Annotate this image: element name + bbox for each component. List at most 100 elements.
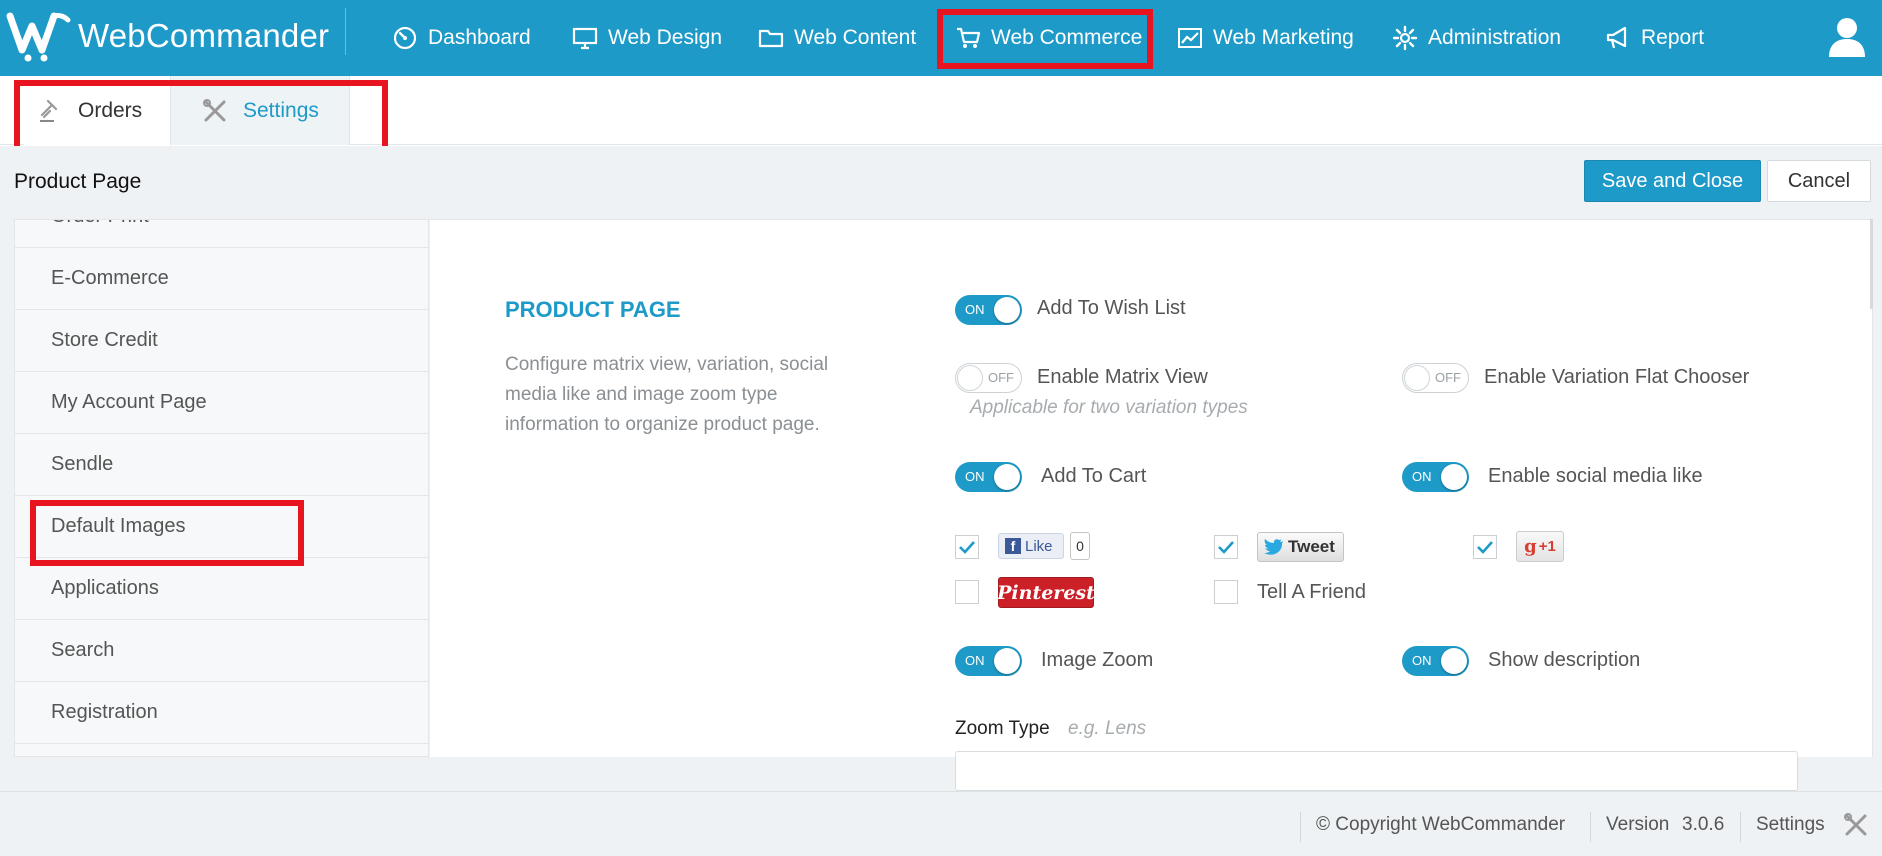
enable-matrix-view-toggle[interactable]: OFF [955,363,1022,393]
pinterest-checkbox[interactable] [955,580,979,604]
add-to-wish-list-label: Add To Wish List [1037,297,1186,319]
user-menu[interactable] [1827,16,1867,63]
image-zoom-toggle[interactable]: ON [955,646,1022,676]
nav-administration[interactable]: Administration [1392,0,1561,76]
tabs-highlight-box [14,80,388,156]
brand-name: WebCommander [78,17,330,54]
toggle-state-label: ON [965,653,985,668]
toggle-knob [957,365,983,391]
enable-matrix-view-label: Enable Matrix View [1037,366,1208,388]
nav-web-design[interactable]: Web Design [572,0,722,76]
zoom-type-hint: e.g. Lens [1068,718,1147,739]
nav-report-label: Report [1641,26,1705,49]
add-to-cart-label: Add To Cart [1041,465,1147,487]
megaphone-icon [1606,26,1627,49]
zoom-type-input[interactable] [955,751,1798,791]
nav-web-marketing-label: Web Marketing [1213,26,1354,49]
panel-scrollbar[interactable] [1870,219,1873,309]
matrix-view-hint: Applicable for two variation types [970,397,1248,418]
nav-web-content[interactable]: Web Content [758,0,916,76]
twitter-tweet-button[interactable]: Tweet [1257,532,1344,562]
sidebar-item-order-print[interactable]: Order Print [15,220,428,248]
tell-a-friend-checkbox[interactable] [1214,580,1238,604]
brand-logo[interactable]: WebCommander [6,8,329,64]
enable-variation-flat-chooser-toggle[interactable]: OFF [1402,363,1469,393]
sidebar-item-e-commerce[interactable]: E-Commerce [15,248,428,310]
pinterest-button[interactable]: Pinterest [997,577,1095,608]
twitter-bird-icon [1264,539,1283,555]
nav-dashboard-label: Dashboard [428,26,531,49]
sidebar-item-label: My Account Page [51,391,207,413]
toggle-state-label: ON [965,469,985,484]
sidebar-item-registration[interactable]: Registration [15,682,428,744]
nav-web-design-label: Web Design [608,26,723,49]
gear-icon [1392,25,1418,51]
toggle-state-label: OFF [1435,370,1461,385]
footer-divider [1590,812,1591,842]
facebook-like-button[interactable]: f Like 0 [998,531,1090,561]
sidebar-item-search[interactable]: Search [15,620,428,682]
monitor-icon [572,27,598,50]
footer-copyright: © Copyright WebCommander [1316,813,1566,835]
page-title: Product Page [14,170,142,193]
show-description-label: Show description [1488,649,1641,671]
add-to-wish-list-toggle[interactable]: ON [955,295,1022,325]
sidebar-item-label: Order Print [51,220,149,228]
google-plus-label: +1 [1538,538,1556,555]
webcommander-logo-icon [6,12,71,62]
footer-version-number: 3.0.6 [1682,813,1725,835]
footer-divider [1300,812,1301,842]
facebook-like-box: f Like [998,533,1064,559]
toggle-state-label: ON [965,302,985,317]
toggle-state-label: OFF [988,370,1014,385]
facebook-like-checkbox[interactable] [955,535,979,559]
enable-variation-flat-chooser-label: Enable Variation Flat Chooser [1484,366,1750,388]
nav-web-content-label: Web Content [794,26,917,49]
facebook-like-label: Like [1025,537,1053,555]
nav-dashboard[interactable]: Dashboard [392,0,531,76]
google-plus-checkbox[interactable] [1473,535,1497,559]
toggle-knob [994,648,1020,674]
toggle-knob [1441,648,1467,674]
enable-social-media-like-toggle[interactable]: ON [1402,462,1469,492]
nav-web-marketing[interactable]: Web Marketing [1177,0,1354,76]
checkmark-icon [959,541,975,554]
checkmark-icon [1218,541,1234,554]
footer-divider [1740,812,1741,842]
user-icon [1829,18,1865,57]
sidebar-item-label: Applications [51,577,159,599]
save-and-close-button[interactable]: Save and Close [1584,160,1761,202]
toggle-state-label: ON [1412,469,1432,484]
footer-settings-button[interactable] [1842,792,1870,856]
sidebar-item-label: Search [51,639,115,661]
section-title: PRODUCT PAGE [505,297,681,322]
facebook-icon: f [1005,538,1021,554]
sidebar-item-label: E-Commerce [51,267,169,289]
toggle-knob [994,297,1020,323]
footer-settings-link[interactable]: Settings [1756,792,1825,856]
cancel-button[interactable]: Cancel [1767,160,1871,202]
settings-sidebar: Order Print E-Commerce Store Credit My A… [14,219,429,757]
nav-report[interactable]: Report [1605,0,1704,76]
web-commerce-highlight-box [937,9,1153,69]
add-to-cart-toggle[interactable]: ON [955,462,1022,492]
google-icon: g [1524,536,1537,557]
chart-icon [1178,28,1202,48]
enable-social-media-like-label: Enable social media like [1488,465,1703,487]
sidebar-item-applications[interactable]: Applications [15,558,428,620]
show-description-toggle[interactable]: ON [1402,646,1469,676]
folder-icon [758,29,784,48]
zoom-type-label: Zoom Type [955,718,1050,739]
twitter-tweet-checkbox[interactable] [1214,535,1238,559]
sidebar-item-store-credit[interactable]: Store Credit [15,310,428,372]
footer-version-label: Version [1606,813,1670,835]
facebook-like-count: 0 [1070,532,1090,560]
sidebar-item-label: Registration [51,701,158,723]
tools-icon [1844,812,1867,835]
google-plus-button[interactable]: g +1 [1516,531,1564,562]
sidebar-item-my-account-page[interactable]: My Account Page [15,372,428,434]
sidebar-item-sendle[interactable]: Sendle [15,434,428,496]
image-zoom-label: Image Zoom [1041,649,1154,671]
checkmark-icon [1477,541,1493,554]
dashboard-icon [393,26,417,50]
